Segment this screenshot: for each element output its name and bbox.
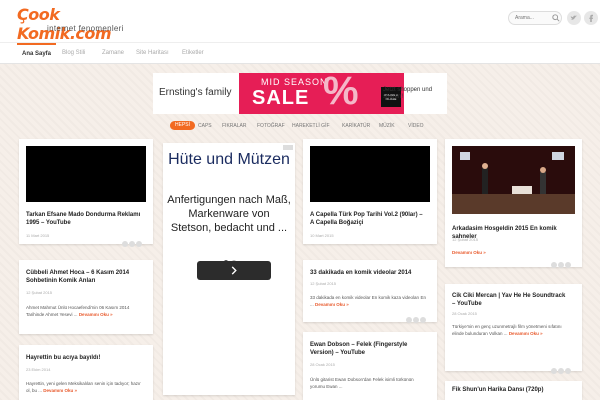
twitter-icon[interactable]: [136, 241, 142, 247]
post-card[interactable]: Fik Shun'un Harika Dansı (720p): [445, 381, 582, 400]
google-plus-icon[interactable]: [129, 241, 135, 247]
pinterest-icon[interactable]: [122, 241, 128, 247]
share-buttons[interactable]: [550, 361, 574, 374]
pinterest-icon[interactable]: [406, 317, 412, 323]
google-plus-icon[interactable]: [558, 368, 564, 374]
post-title[interactable]: A Capella Türk Pop Tarihi Vol.2 (90lar) …: [310, 211, 428, 227]
read-more-link[interactable]: Devamını Oku »: [43, 388, 77, 393]
post-card[interactable]: Ewan Dobson – Felek (Fingerstyle Version…: [303, 332, 437, 400]
twitter-icon[interactable]: [565, 262, 571, 268]
ad-sale-block: MID SEASON SALE ONLINE & FILIALE: [239, 73, 404, 114]
nav-item-site-haritasi[interactable]: Site Haritası: [136, 43, 169, 64]
post-date: 12 Şubat 2015: [26, 290, 53, 295]
chevron-right-icon: [231, 266, 237, 275]
video-thumbnail[interactable]: [26, 146, 146, 202]
nav-item-blog-stili[interactable]: Blog Stili: [62, 43, 85, 64]
ad-next-button[interactable]: [197, 261, 271, 280]
pinterest-icon[interactable]: [551, 262, 557, 268]
category-fotograf[interactable]: FOTOĞRAF: [257, 122, 285, 130]
share-buttons[interactable]: [121, 234, 145, 247]
twitter-icon[interactable]: [567, 11, 581, 25]
site-header: Çook Komik.com internet fenomenleri: [0, 0, 600, 43]
post-card[interactable]: Arkadasim Hosgeldin 2015 En komik sahnel…: [445, 139, 582, 268]
category-muzik[interactable]: MÜZİK: [379, 122, 395, 130]
category-hepsi[interactable]: HEPSİ: [170, 121, 196, 130]
logo-tagline: internet fenomenleri: [47, 24, 124, 33]
post-card[interactable]: Cik Ciki Mercan | Yav He He Soundtrack –…: [445, 284, 582, 374]
post-excerpt: Türkiye'nin en genç uzunmetrajlı film yö…: [452, 323, 570, 337]
nav-item-zamane[interactable]: Zamane: [102, 43, 124, 64]
read-more-link[interactable]: Devamını Oku »: [79, 312, 113, 317]
post-excerpt: Ahmet Mahmut Ünlü Hocaefendi'nin 06 Kası…: [26, 304, 144, 318]
post-date: 28 Ocak 2015: [310, 362, 335, 367]
post-title[interactable]: Ewan Dobson – Felek (Fingerstyle Version…: [310, 341, 428, 357]
video-thumbnail[interactable]: [452, 146, 575, 214]
ad-percent-sign: %: [323, 73, 359, 113]
side-ad[interactable]: Hüte und Mützen Anfertigungen nach Maß, …: [163, 143, 295, 395]
search-icon[interactable]: [552, 14, 560, 22]
video-thumbnail[interactable]: [310, 146, 430, 202]
top-ad-banner[interactable]: Ernsting's family MID SEASON SALE ONLINE…: [153, 73, 447, 114]
read-more-link[interactable]: Devamını Oku »: [315, 302, 349, 307]
share-buttons[interactable]: [405, 310, 429, 323]
post-card[interactable]: A Capella Türk Pop Tarihi Vol.2 (90lar) …: [303, 139, 437, 244]
ad-cta-text: Jetzt shoppen und sparen!: [383, 87, 433, 100]
ad-sale-text: SALE: [252, 87, 310, 109]
ad-body: Anfertigungen nach Maß, Markenware von S…: [167, 194, 291, 234]
nav-item-ana-sayfa[interactable]: Ana Sayfa: [17, 43, 57, 64]
post-card[interactable]: Tarkan Efsane Mado Dondurma Reklamı 1995…: [19, 139, 153, 247]
excerpt-text: Ahmet Mahmut Ünlü Hocaefendi'nin 06 Kası…: [26, 305, 130, 317]
post-card[interactable]: 33 dakikada en komik videolar 2014 12 Şu…: [303, 260, 437, 323]
post-card[interactable]: Cübbeli Ahmet Hoca – 6 Kasım 2014 Sohbet…: [19, 260, 153, 334]
post-title[interactable]: Cik Ciki Mercan | Yav He He Soundtrack –…: [452, 292, 570, 308]
excerpt-text: Türkiye'nin en genç uzunmetrajlı film yö…: [452, 324, 562, 336]
ad-mid-label: MID SEASON: [261, 77, 328, 87]
google-plus-icon[interactable]: [558, 262, 564, 268]
share-buttons[interactable]: [550, 255, 574, 268]
post-date: 10 Mart 2015: [310, 233, 334, 238]
category-karikatur[interactable]: KARİKATÜR: [342, 122, 370, 130]
post-date: 28 Ocak 2015: [452, 311, 477, 316]
post-title[interactable]: Cübbeli Ahmet Hoca – 6 Kasım 2014 Sohbet…: [26, 269, 144, 285]
category-video[interactable]: VİDEO: [408, 122, 424, 130]
category-fikralar[interactable]: FIKRALAR: [222, 122, 246, 130]
main-nav: Ana Sayfa Blog Stili Zamane Site Haritas…: [0, 42, 600, 64]
twitter-icon[interactable]: [420, 317, 426, 323]
post-date: 12 Şubat 2015: [310, 281, 337, 286]
post-excerpt: Ünlü gitarist Ewan Dobson'dan Felek isim…: [310, 376, 428, 390]
post-title[interactable]: 33 dakikada en komik videolar 2014: [310, 269, 428, 277]
post-date: 23 Ekim 2014: [26, 367, 51, 372]
category-hareketli-gif[interactable]: HAREKETLİ GİF: [292, 122, 330, 130]
ad-headline: Hüte und Mützen: [168, 151, 290, 168]
post-excerpt: Hayrettin, yeni gelen Meksikalıları seni…: [26, 380, 144, 394]
post-title[interactable]: Hayrettin bu acıya bayıldı!: [26, 354, 144, 362]
facebook-icon[interactable]: [584, 11, 598, 25]
post-title[interactable]: Tarkan Efsane Mado Dondurma Reklamı 1995…: [26, 211, 144, 227]
post-date: 12 Şubat 2015: [452, 237, 479, 242]
category-filter: HEPSİ CAPS FIKRALAR FOTOĞRAF HAREKETLİ G…: [0, 119, 600, 133]
nav-item-etiketler[interactable]: Etiketler: [182, 43, 204, 64]
post-card[interactable]: Hayrettin bu acıya bayıldı! 23 Ekim 2014…: [19, 345, 153, 400]
twitter-icon[interactable]: [565, 368, 571, 374]
ad-brand: Ernsting's family: [159, 87, 232, 98]
post-title[interactable]: Fik Shun'un Harika Dansı (720p): [452, 386, 570, 394]
category-caps[interactable]: CAPS: [198, 122, 212, 130]
site-logo[interactable]: Çook Komik.com internet fenomenleri: [17, 5, 157, 43]
google-plus-icon[interactable]: [413, 317, 419, 323]
excerpt-text: Ünlü gitarist Ewan Dobson'dan Felek isim…: [310, 377, 414, 389]
pinterest-icon[interactable]: [551, 368, 557, 374]
read-more-link[interactable]: Devamını Oku »: [509, 331, 543, 336]
post-date: 11 Mart 2015: [26, 233, 50, 238]
stage-scene-image: [452, 146, 575, 214]
post-excerpt: 33 dakikada en komik videolar En komik k…: [310, 294, 428, 308]
